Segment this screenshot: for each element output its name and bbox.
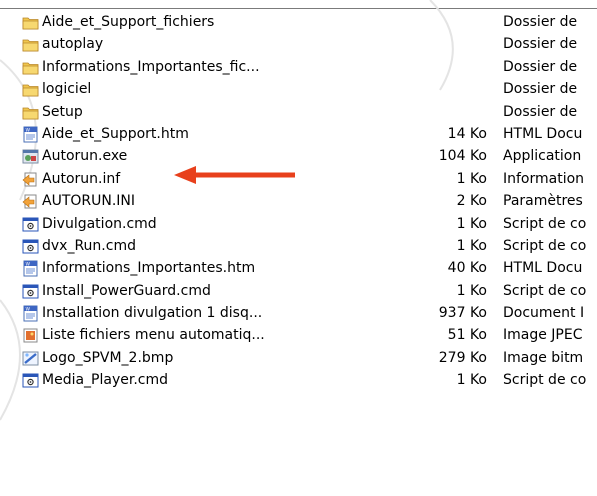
file-type: Paramètres: [503, 193, 583, 210]
file-row[interactable]: W Informations_Importantes.htm 40 Ko HTML …: [0, 257, 597, 279]
file-type: Image bitm: [503, 349, 584, 366]
file-row[interactable]: Autorun.exe 104 Ko Application: [0, 145, 597, 167]
file-name[interactable]: Setup: [42, 101, 83, 123]
folder-icon: [22, 81, 39, 98]
settings-file-icon: [22, 193, 39, 210]
svg-text:W: W: [26, 127, 31, 133]
file-type: HTML Docu: [503, 260, 583, 277]
html-document-icon: W: [22, 305, 39, 322]
file-size: 40 Ko: [447, 260, 487, 277]
file-size: 1 Ko: [456, 215, 487, 232]
file-name[interactable]: logiciel: [42, 78, 91, 100]
file-name[interactable]: Divulgation.cmd: [42, 213, 157, 235]
file-type: HTML Docu: [503, 125, 583, 142]
file-name[interactable]: Aide_et_Support.htm: [42, 123, 189, 145]
file-size: 279 Ko: [438, 349, 487, 366]
file-row[interactable]: Aide_et_Support_fichiers Dossier de: [0, 11, 597, 33]
file-type: Script de co: [503, 282, 587, 299]
file-size: 1 Ko: [456, 282, 487, 299]
file-row[interactable]: autoplay Dossier de: [0, 33, 597, 55]
file-row[interactable]: Divulgation.cmd 1 Ko Script de co: [0, 213, 597, 235]
folder-icon: [22, 104, 39, 121]
file-name[interactable]: AUTORUN.INI: [42, 190, 135, 212]
file-name[interactable]: autoplay: [42, 33, 103, 55]
command-script-icon: [22, 238, 39, 255]
folder-icon: [22, 36, 39, 53]
file-row[interactable]: Informations_Importantes_fic... Dossier d…: [0, 56, 597, 78]
svg-text:W: W: [26, 262, 31, 268]
file-row[interactable]: Logo_SPVM_2.bmp 279 Ko Image bitm: [0, 347, 597, 369]
file-row[interactable]: Media_Player.cmd 1 Ko Script de co: [0, 369, 597, 391]
file-name[interactable]: Media_Player.cmd: [42, 369, 168, 391]
file-name[interactable]: Aide_et_Support_fichiers: [42, 11, 214, 33]
file-name[interactable]: Logo_SPVM_2.bmp: [42, 347, 173, 369]
file-row[interactable]: W Aide_et_Support.htm 14 Ko HTML Docu: [0, 123, 597, 145]
file-name[interactable]: Autorun.exe: [42, 145, 127, 167]
setup-information-icon: [22, 171, 39, 188]
jpeg-image-icon: [22, 327, 39, 344]
file-size: 1 Ko: [456, 170, 487, 187]
file-row[interactable]: dvx_Run.cmd 1 Ko Script de co: [0, 235, 597, 257]
file-type: Script de co: [503, 215, 587, 232]
file-type: Dossier de: [503, 81, 578, 98]
file-size: 1 Ko: [456, 237, 487, 254]
file-type: Dossier de: [503, 103, 578, 120]
file-name[interactable]: Informations_Importantes_fic...: [42, 56, 260, 78]
html-document-icon: W: [22, 260, 39, 277]
file-type: Dossier de: [503, 14, 578, 30]
file-name[interactable]: Autorun.inf: [42, 168, 120, 190]
folder-icon: [22, 14, 39, 31]
file-name[interactable]: Liste fichiers menu automatiq...: [42, 324, 265, 346]
file-row[interactable]: AUTORUN.INI 2 Ko Paramètres: [0, 190, 597, 212]
file-row[interactable]: W Installation divulgation 1 disq... 937 …: [0, 302, 597, 324]
html-document-icon: W: [22, 126, 39, 143]
application-exe-icon: [22, 148, 39, 165]
file-row[interactable]: Install_PowerGuard.cmd 1 Ko Script de co: [0, 280, 597, 302]
command-script-icon: [22, 372, 39, 389]
red-arrow-annotation: [174, 166, 295, 184]
file-type: Document I: [503, 305, 585, 322]
file-type: Script de co: [503, 372, 587, 389]
file-row[interactable]: Autorun.inf 1 Ko Information: [0, 168, 597, 190]
file-size: 51 Ko: [447, 327, 487, 344]
file-type: Script de co: [503, 237, 587, 254]
folder-icon: [22, 59, 39, 76]
file-row[interactable]: Setup Dossier de: [0, 101, 597, 123]
file-type: Image JPEC: [503, 327, 583, 344]
file-size: 1 Ko: [456, 372, 487, 389]
file-size: 14 Ko: [447, 125, 487, 142]
command-script-icon: [22, 283, 39, 300]
file-size: 937 Ko: [438, 305, 487, 322]
bitmap-image-icon: [22, 350, 39, 367]
file-type: Dossier de: [503, 36, 578, 53]
file-type: Dossier de: [503, 58, 578, 75]
file-row[interactable]: logiciel Dossier de: [0, 78, 597, 100]
file-row[interactable]: Liste fichiers menu automatiq... 51 Ko Ima…: [0, 324, 597, 346]
file-name[interactable]: dvx_Run.cmd: [42, 235, 136, 257]
file-list: Aide_et_Support_fichiers Dossier de autop…: [0, 11, 597, 392]
file-type: Application: [503, 148, 582, 165]
file-type: Information: [503, 170, 585, 187]
svg-text:W: W: [26, 307, 31, 313]
file-size: 104 Ko: [438, 148, 487, 165]
file-size: 2 Ko: [456, 193, 487, 210]
file-name[interactable]: Install_PowerGuard.cmd: [42, 280, 211, 302]
window-top-border: [0, 8, 597, 9]
file-name[interactable]: Informations_Importantes.htm: [42, 257, 255, 279]
command-script-icon: [22, 216, 39, 233]
file-name[interactable]: Installation divulgation 1 disq...: [42, 302, 262, 324]
